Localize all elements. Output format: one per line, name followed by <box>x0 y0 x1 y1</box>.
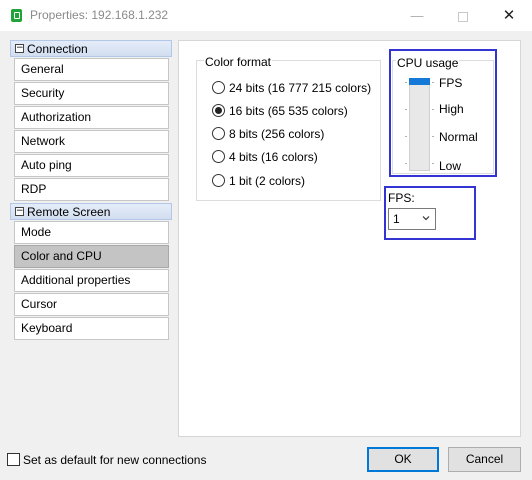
title-bar: Properties: 192.168.1.232 — ✕ <box>0 0 532 31</box>
slider-tick <box>432 163 434 164</box>
radio-button[interactable] <box>212 174 225 187</box>
sidebar-item-additional-properties[interactable]: Additional properties <box>14 269 169 292</box>
default-checkbox-label: Set as default for new connections <box>23 453 207 467</box>
chevron-down-icon <box>422 216 430 221</box>
sidebar-item-color-and-cpu[interactable]: Color and CPU <box>14 245 169 268</box>
cpu-level-fps: FPS <box>439 76 463 90</box>
cpu-level-normal: Normal <box>439 130 478 144</box>
sidebar-item-general[interactable]: General <box>14 58 169 81</box>
group-label: Connection <box>27 42 88 56</box>
default-checkbox[interactable] <box>7 453 20 466</box>
radio-button[interactable] <box>212 81 225 94</box>
radio-button-selected[interactable] <box>212 104 225 117</box>
cpu-usage-slider-track[interactable] <box>409 79 430 171</box>
radio-label: 8 bits (256 colors) <box>229 127 325 141</box>
radio-label: 16 bits (65 535 colors) <box>229 104 348 118</box>
close-button[interactable]: ✕ <box>486 0 532 31</box>
radio-button[interactable] <box>212 127 225 140</box>
sidebar-item-rdp[interactable]: RDP <box>14 178 169 201</box>
slider-tick <box>405 163 407 164</box>
cpu-usage-title: CPU usage <box>396 56 460 70</box>
radio-label: 24 bits (16 777 215 colors) <box>229 81 372 95</box>
collapse-icon[interactable]: − <box>15 207 24 216</box>
fps-select[interactable]: 1 <box>388 208 436 230</box>
slider-tick <box>405 136 407 137</box>
maximize-button[interactable] <box>440 0 486 31</box>
sidebar-item-authorization[interactable]: Authorization <box>14 106 169 129</box>
window-title: Properties: 192.168.1.232 <box>30 8 169 22</box>
cpu-level-low: Low <box>439 159 462 173</box>
cpu-level-high: High <box>439 102 464 116</box>
collapse-icon[interactable]: − <box>15 44 24 53</box>
radio-label: 4 bits (16 colors) <box>229 150 318 164</box>
fps-label: FPS: <box>388 191 415 205</box>
color-format-title: Color format <box>204 55 273 69</box>
sidebar-item-mode[interactable]: Mode <box>14 221 169 244</box>
sidebar-item-security[interactable]: Security <box>14 82 169 105</box>
sidebar-item-keyboard[interactable]: Keyboard <box>14 317 169 340</box>
sidebar-item-cursor[interactable]: Cursor <box>14 293 169 316</box>
fps-value: 1 <box>393 212 400 226</box>
sidebar-item-auto-ping[interactable]: Auto ping <box>14 154 169 177</box>
app-icon <box>11 9 22 22</box>
cpu-usage-slider-thumb[interactable] <box>409 78 430 85</box>
group-label: Remote Screen <box>27 205 111 219</box>
slider-tick <box>432 136 434 137</box>
cancel-button[interactable]: Cancel <box>448 447 521 472</box>
maximize-icon <box>458 11 468 22</box>
slider-tick <box>405 109 407 110</box>
radio-button[interactable] <box>212 150 225 163</box>
slider-tick <box>405 82 407 83</box>
sidebar-item-network[interactable]: Network <box>14 130 169 153</box>
ok-button[interactable]: OK <box>367 447 439 472</box>
slider-tick <box>432 82 434 83</box>
slider-tick <box>432 109 434 110</box>
minimize-button[interactable]: — <box>394 0 440 31</box>
group-connection[interactable]: − Connection <box>10 40 172 57</box>
group-remote-screen[interactable]: − Remote Screen <box>10 203 172 220</box>
radio-label: 1 bit (2 colors) <box>229 174 306 188</box>
